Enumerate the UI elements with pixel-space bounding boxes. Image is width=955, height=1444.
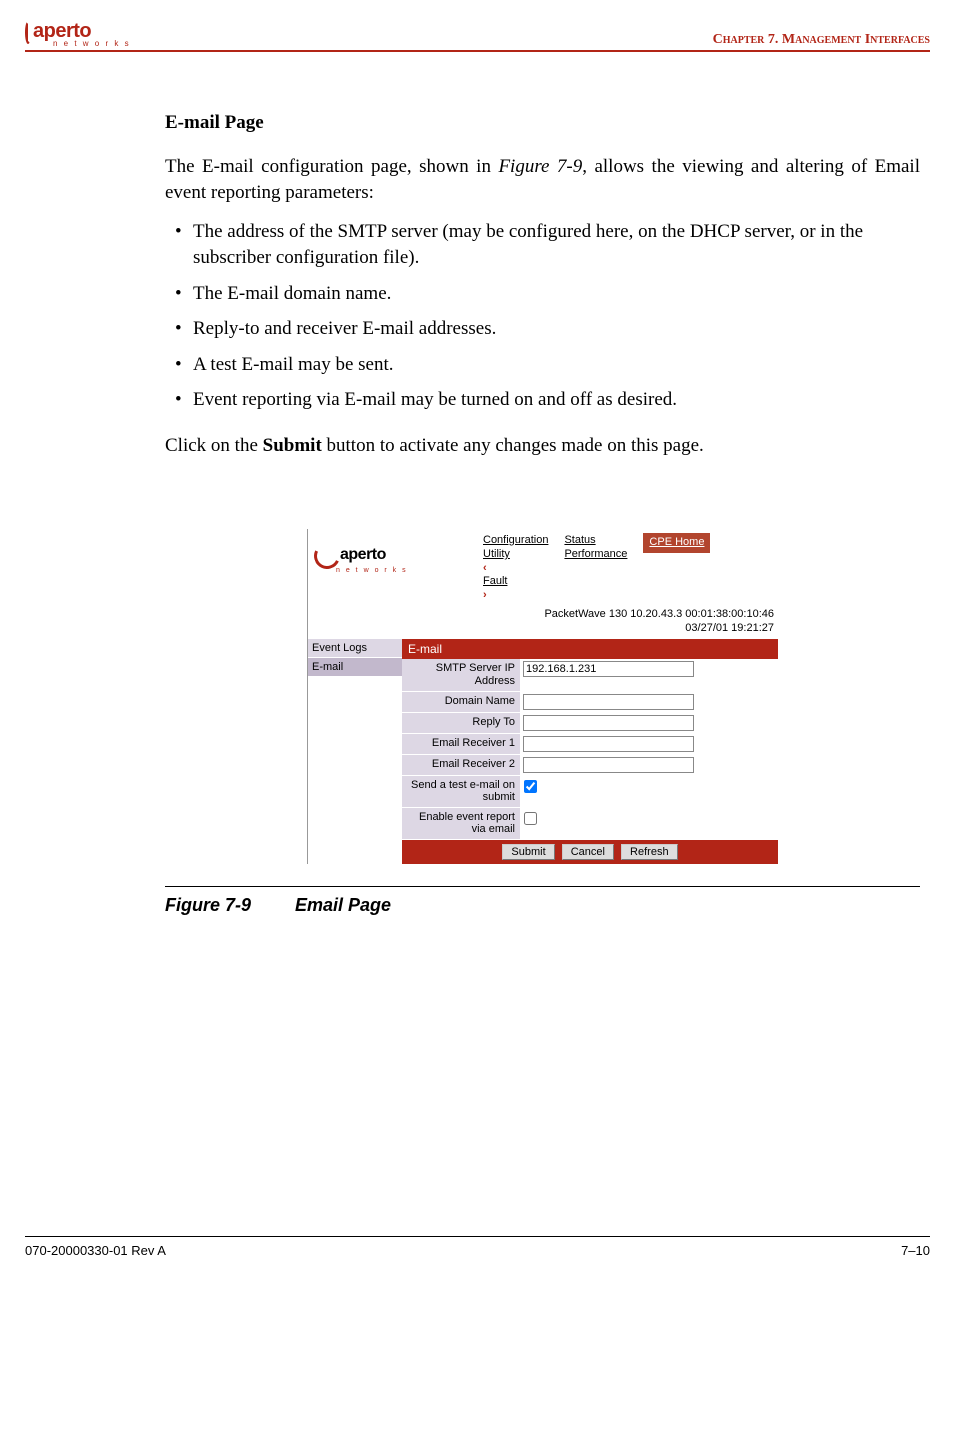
nav-col-2: Status Performance	[556, 529, 635, 603]
enable-report-label: Enable event report via email	[402, 808, 520, 839]
smtp-input[interactable]	[523, 661, 694, 677]
brand-logo: aperto n e t w o r k s	[25, 20, 131, 48]
figure-title: Email Page	[295, 895, 391, 915]
figure-screenshot: aperto n e t w o r k s Configuration Uti…	[165, 529, 920, 864]
cancel-button[interactable]: Cancel	[562, 844, 614, 860]
test-email-label: Send a test e-mail on submit	[402, 776, 520, 807]
panel-title: E-mail	[402, 639, 778, 659]
chapter-title: Chapter 7. Management Interfaces	[713, 32, 930, 48]
status-line-2: 03/27/01 19:21:27	[308, 621, 774, 635]
domain-label: Domain Name	[402, 692, 520, 712]
domain-input[interactable]	[523, 694, 694, 710]
smtp-label: SMTP Server IP Address	[402, 659, 520, 690]
logo-arc-icon	[25, 21, 31, 44]
button-row: Submit Cancel Refresh	[402, 840, 778, 864]
enable-report-checkbox[interactable]	[524, 812, 537, 825]
screenshot-logo: aperto n e t w o r k s	[308, 529, 475, 603]
arrow-left-icon: ‹	[483, 562, 487, 574]
figure-caption: Figure 7-9Email Page	[165, 895, 920, 916]
screenshot-logo-sub: n e t w o r k s	[336, 567, 469, 574]
bullet-item: The address of the SMTP server (may be c…	[193, 219, 920, 270]
status-line-1: PacketWave 130 10.20.43.3 00:01:38:00:10…	[308, 607, 774, 621]
nav-fault-row: ‹ Fault ›	[483, 562, 548, 600]
bullet-item: A test E-mail may be sent.	[193, 352, 920, 378]
figure-divider	[165, 886, 920, 887]
nav-performance-link[interactable]: Performance	[564, 547, 627, 561]
nav-col-1: Configuration Utility ‹ Fault ›	[475, 529, 556, 603]
submit-button[interactable]: Submit	[502, 844, 554, 860]
recv2-input[interactable]	[523, 757, 694, 773]
screenshot-logo-text: aperto	[340, 546, 386, 563]
recv2-label: Email Receiver 2	[402, 755, 520, 775]
recv1-label: Email Receiver 1	[402, 734, 520, 754]
nav-fault-link[interactable]: Fault	[483, 574, 548, 588]
logo-subtext: n e t w o r k s	[53, 39, 131, 48]
footer-right: 7–10	[901, 1243, 930, 1258]
status-line: PacketWave 130 10.20.43.3 00:01:38:00:10…	[308, 603, 778, 640]
nav-configuration-link[interactable]: Configuration	[483, 533, 548, 547]
sidebar-item-email[interactable]: E-mail	[308, 658, 402, 677]
refresh-button[interactable]: Refresh	[621, 844, 678, 860]
nav-utility-link[interactable]: Utility	[483, 547, 548, 561]
page-footer: 070-20000330-01 Rev A 7–10	[25, 1236, 930, 1258]
replyto-label: Reply To	[402, 713, 520, 733]
submit-paragraph: Click on the Submit button to activate a…	[165, 433, 920, 459]
sidebar-item-event-logs[interactable]: Event Logs	[308, 639, 402, 658]
bullet-item: Event reporting via E-mail may be turned…	[193, 387, 920, 413]
figure-ref: Figure 7-9	[498, 156, 582, 177]
cpe-home-button[interactable]: CPE Home	[643, 533, 710, 553]
intro-paragraph: The E-mail configuration page, shown in …	[165, 154, 920, 205]
footer-left: 070-20000330-01 Rev A	[25, 1243, 166, 1258]
sidebar: Event Logs E-mail	[308, 639, 402, 864]
bullet-item: Reply-to and receiver E-mail addresses.	[193, 316, 920, 342]
section-title: E-mail Page	[165, 112, 920, 134]
replyto-input[interactable]	[523, 715, 694, 731]
main-panel: E-mail SMTP Server IP Address Domain Nam…	[402, 639, 778, 864]
submit-bold: Submit	[263, 435, 322, 456]
intro-text-a: The E-mail configuration page, shown in	[165, 156, 498, 177]
submit-text-c: button to activate any changes made on t…	[322, 435, 704, 456]
test-email-checkbox[interactable]	[524, 780, 537, 793]
submit-text-a: Click on the	[165, 435, 263, 456]
figure-number: Figure 7-9	[165, 895, 295, 916]
arrow-right-icon: ›	[483, 589, 487, 601]
recv1-input[interactable]	[523, 736, 694, 752]
bullet-list: The address of the SMTP server (may be c…	[165, 219, 920, 413]
nav-status-link[interactable]: Status	[564, 533, 627, 547]
bullet-item: The E-mail domain name.	[193, 281, 920, 307]
page-header: aperto n e t w o r k s Chapter 7. Manage…	[25, 20, 930, 52]
